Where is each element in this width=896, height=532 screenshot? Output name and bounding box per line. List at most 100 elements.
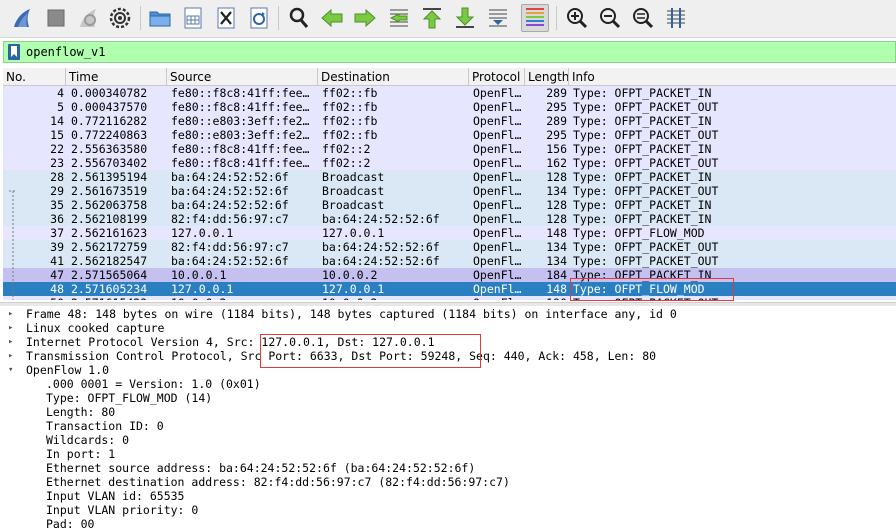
- detail-text: Linux cooked capture: [26, 321, 165, 335]
- open-folder-icon[interactable]: [146, 4, 174, 32]
- packet-cell-time: 2.562063758: [71, 198, 148, 212]
- detail-field[interactable]: Ethernet destination address: 82:f4:dd:5…: [0, 475, 896, 489]
- packet-cell-time: 2.556703402: [71, 156, 148, 170]
- packet-cell-no: 15: [50, 128, 64, 142]
- first-packet-icon[interactable]: [418, 4, 446, 32]
- packet-cell-length: 289: [546, 86, 567, 100]
- go-to-packet-icon[interactable]: [385, 4, 413, 32]
- detail-field[interactable]: Input VLAN priority: 0: [0, 503, 896, 517]
- detail-field[interactable]: Ethernet source address: ba:64:24:52:52:…: [0, 461, 896, 475]
- column-header-length[interactable]: Length: [525, 68, 569, 86]
- packet-cell-protocol: OpenFl…: [473, 296, 523, 300]
- packet-cell-no: 14: [50, 114, 64, 128]
- resize-columns-icon[interactable]: [662, 4, 690, 32]
- packet-row[interactable]: 35 2.562063758 ba:64:24:52:52:6f Broadcast O…: [3, 198, 896, 212]
- packet-cell-protocol: OpenFl…: [473, 170, 522, 184]
- packet-cell-info: Type: OFPT_PACKET_OUT: [573, 184, 719, 198]
- collapsed-arrow-icon[interactable]: ▸: [8, 307, 18, 321]
- column-header-destination[interactable]: Destination: [318, 68, 469, 86]
- toolbar-separator: [140, 6, 141, 30]
- column-header-time[interactable]: Time: [66, 68, 167, 86]
- display-filter-input[interactable]: openflow_v1: [26, 42, 105, 62]
- packet-cell-source: 127.0.0.1: [171, 226, 234, 240]
- find-packet-icon[interactable]: [285, 4, 313, 32]
- packet-cell-time: 2.571605234: [71, 282, 148, 296]
- packet-list-pane: No. Time Source Destination Protocol Len…: [3, 68, 896, 300]
- packet-cell-source: fe80::e803:3eff:fe2…: [171, 128, 310, 142]
- detail-field[interactable]: In port: 1: [0, 447, 896, 461]
- normal-size-icon[interactable]: [629, 4, 657, 32]
- collapsed-arrow-icon[interactable]: ▸: [8, 335, 18, 349]
- packet-cell-info: Type: OFPT_PACKET_OUT: [573, 128, 719, 142]
- auto-scroll-icon[interactable]: [484, 4, 512, 32]
- reload-file-icon[interactable]: [245, 4, 273, 32]
- packet-cell-destination: ff02::2: [322, 156, 371, 170]
- packet-cell-info: Type: OFPT_PACKET_IN: [573, 170, 712, 184]
- packet-row[interactable]: 36 2.562108199 82:f4:dd:56:97:c7 ba:64:24:5…: [3, 212, 896, 226]
- packet-cell-destination: 127.0.0.1: [322, 226, 385, 240]
- packet-row[interactable]: 5 0.000437570 fe80::f8c8:41ff:fee… ff02::fb…: [3, 100, 896, 114]
- expanded-arrow-icon[interactable]: ▾: [8, 363, 18, 377]
- detail-field[interactable]: Type: OFPT_FLOW_MOD (14): [0, 391, 896, 405]
- packet-row[interactable]: 39 2.562172759 82:f4:dd:56:97:c7 ba:64:24:5…: [3, 240, 896, 254]
- restart-capture-icon[interactable]: [74, 4, 102, 32]
- stop-capture-icon[interactable]: [42, 4, 70, 32]
- filter-bookmark-icon[interactable]: [7, 44, 21, 60]
- column-header-source[interactable]: Source: [167, 68, 318, 86]
- main-toolbar: [0, 0, 896, 38]
- collapsed-arrow-icon[interactable]: ▸: [8, 321, 18, 335]
- packet-cell-time: 0.000340782: [71, 86, 148, 100]
- last-packet-icon[interactable]: [451, 4, 479, 32]
- packet-row-selected[interactable]: 48 2.571605234 127.0.0.1 127.0.0.1 OpenFl… 14…: [3, 282, 896, 296]
- packet-cell-protocol: OpenFl…: [473, 198, 522, 212]
- detail-field[interactable]: Wildcards: 0: [0, 433, 896, 447]
- packet-cell-destination: Broadcast: [322, 184, 385, 198]
- packet-row[interactable]: 502.57161542310.0.0.210.0.0.2OpenFl…190T…: [3, 296, 896, 300]
- detail-text: Type: OFPT_FLOW_MOD (14): [46, 391, 213, 405]
- column-header-info[interactable]: Info: [569, 68, 896, 86]
- go-back-arrow-icon[interactable]: [318, 4, 346, 32]
- packet-row[interactable]: 47 2.571565064 10.0.0.1 10.0.0.2 OpenFl… 184 T…: [3, 268, 896, 282]
- detail-tree-node[interactable]: ▸ Linux cooked capture: [0, 321, 896, 335]
- zoom-out-icon[interactable]: [596, 4, 624, 32]
- detail-tree-node[interactable]: ▸ Frame 48: 148 bytes on wire (1184 bits)…: [0, 307, 896, 321]
- packet-cell-protocol: OpenFl…: [473, 128, 522, 142]
- detail-field[interactable]: .000 0001 = Version: 1.0 (0x01): [0, 377, 896, 391]
- packet-row[interactable]: 37 2.562161623 127.0.0.1 127.0.0.1 OpenFl… 14…: [3, 226, 896, 240]
- display-filter-bar[interactable]: openflow_v1: [3, 41, 896, 63]
- colorize-packets-icon[interactable]: [521, 4, 549, 32]
- collapsed-arrow-icon[interactable]: ▸: [8, 349, 18, 363]
- packet-cell-length: 295: [546, 100, 567, 114]
- highlight-box-ports: [260, 334, 481, 368]
- packet-cell-time: 2.562182547: [71, 254, 148, 268]
- packet-row[interactable]: 41 2.562182547 ba:64:24:52:52:6f ba:64:24:5…: [3, 254, 896, 268]
- packet-row[interactable]: 28 2.561395194 ba:64:24:52:52:6f Broadcast O…: [3, 170, 896, 184]
- zoom-in-icon[interactable]: [563, 4, 591, 32]
- packet-cell-source: fe80::f8c8:41ff:fee…: [171, 156, 310, 170]
- packet-row[interactable]: 22 2.556363580 fe80::f8c8:41ff:fee… ff02::2…: [3, 142, 896, 156]
- packet-cell-source: fe80::f8c8:41ff:fee…: [171, 100, 310, 114]
- detail-field[interactable]: Pad: 00: [0, 517, 896, 531]
- detail-field[interactable]: Length: 80: [0, 405, 896, 419]
- detail-field[interactable]: Transaction ID: 0: [0, 419, 896, 433]
- packet-cell-time: 0.772116282: [71, 114, 148, 128]
- packet-row[interactable]: 23 2.556703402 fe80::f8c8:41ff:fee… ff02::2…: [3, 156, 896, 170]
- close-file-icon[interactable]: [212, 4, 240, 32]
- packet-row[interactable]: 15 0.772240863 fe80::e803:3eff:fe2… ff02::f…: [3, 128, 896, 142]
- packet-row[interactable]: 29 2.561673519 ba:64:24:52:52:6f Broadcast O…: [3, 184, 896, 198]
- packet-cell-protocol: OpenFl…: [473, 268, 522, 282]
- packet-cell-length: 184: [546, 268, 567, 282]
- shark-fin-start-icon[interactable]: [8, 4, 36, 32]
- capture-options-gear-icon[interactable]: [106, 4, 134, 32]
- column-header-no[interactable]: No.: [3, 68, 66, 86]
- packet-cell-destination: ff02::2: [322, 142, 371, 156]
- detail-field[interactable]: Input VLAN id: 65535: [0, 489, 896, 503]
- packet-row[interactable]: 4 0.000340782 fe80::f8c8:41ff:fee… ff02::fb…: [3, 86, 896, 100]
- go-forward-arrow-icon[interactable]: [351, 4, 379, 32]
- packet-row[interactable]: 14 0.772116282 fe80::e803:3eff:fe2… ff02::f…: [3, 114, 896, 128]
- save-file-icon[interactable]: [179, 4, 207, 32]
- packet-cell-length: 148: [546, 226, 567, 240]
- column-header-protocol[interactable]: Protocol: [469, 68, 525, 86]
- packet-cell-no: 5: [57, 100, 64, 114]
- packet-cell-source: 82:f4:dd:56:97:c7: [171, 212, 289, 226]
